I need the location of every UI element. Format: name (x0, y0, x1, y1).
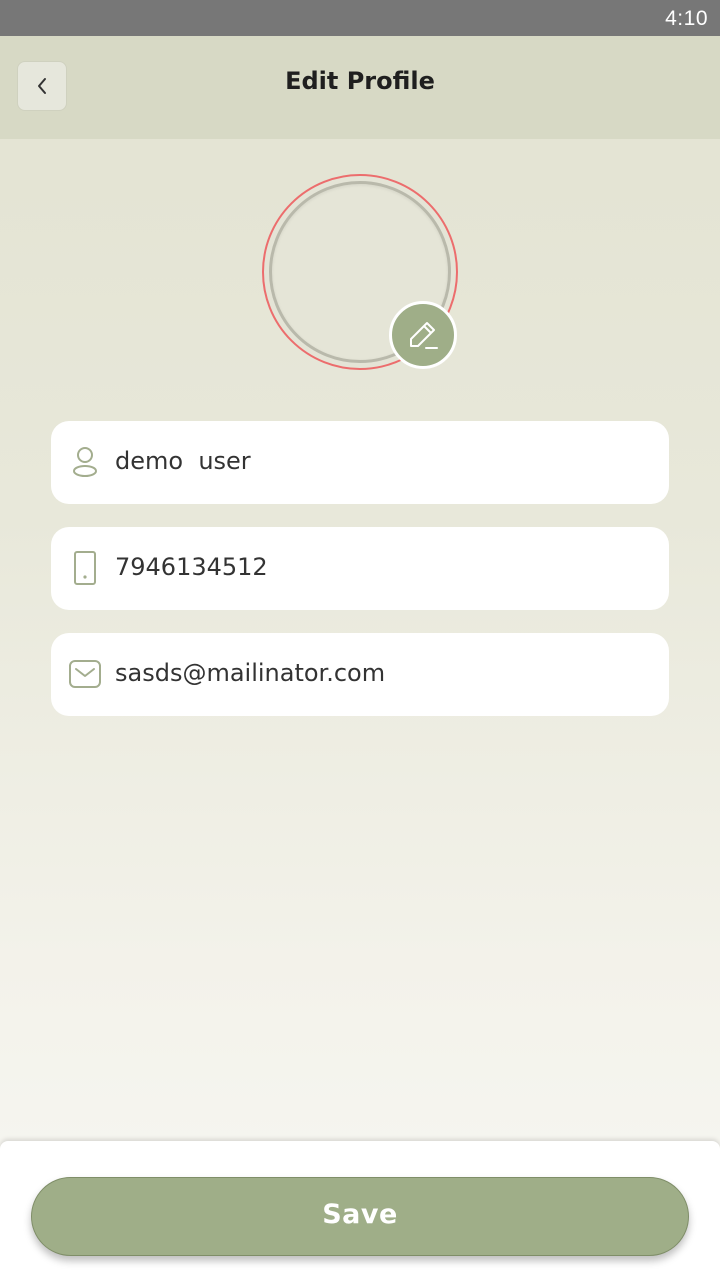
status-bar: 4:10 (0, 0, 720, 36)
mail-icon (68, 657, 102, 691)
user-icon (68, 445, 102, 479)
edit-avatar-button[interactable] (389, 301, 457, 369)
header: Edit Profile (0, 36, 720, 139)
page-title: Edit Profile (285, 67, 435, 95)
status-time: 4:10 (665, 7, 708, 30)
phone-icon (68, 551, 102, 585)
name-value: demo user (115, 447, 251, 475)
email-field[interactable]: sasds@mailinator.com (51, 633, 669, 716)
pencil-icon (405, 317, 441, 353)
phone-value: 7946134512 (115, 553, 268, 581)
save-button[interactable]: Save (31, 1177, 689, 1256)
name-field[interactable]: demo user (51, 421, 669, 504)
bottom-bar: Save (0, 1141, 720, 1280)
phone-field[interactable]: 7946134512 (51, 527, 669, 610)
avatar-section (262, 174, 458, 370)
email-value: sasds@mailinator.com (115, 659, 386, 687)
